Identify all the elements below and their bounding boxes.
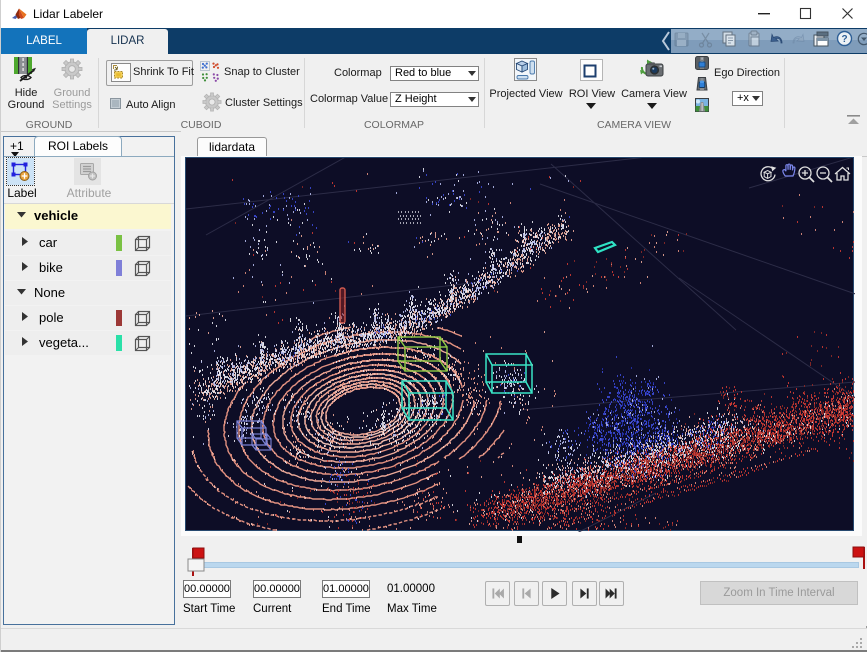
svg-text:?: ? xyxy=(841,34,847,45)
